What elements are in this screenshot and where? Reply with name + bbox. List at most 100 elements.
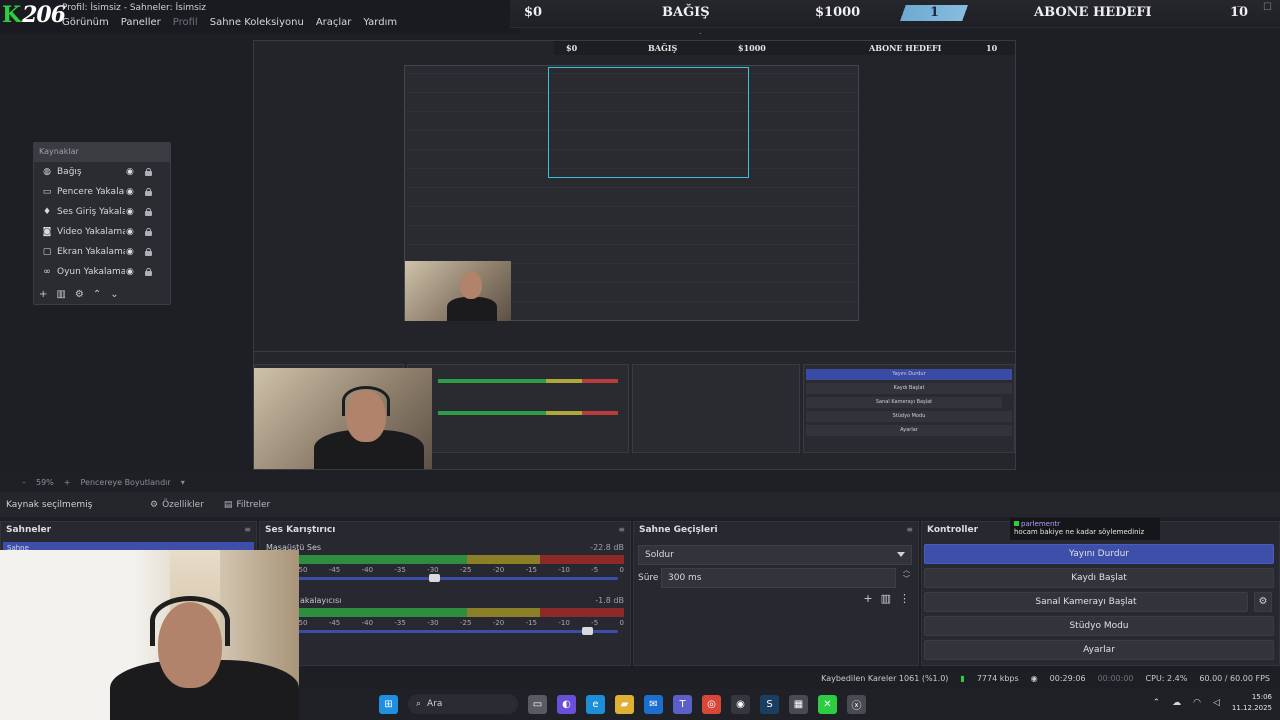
chevron-down-icon[interactable]: ▾	[181, 478, 185, 487]
xbox-icon[interactable]: ✕	[818, 694, 837, 714]
source-item-video[interactable]: ◙ Video Yakalama A ◉	[34, 222, 170, 242]
menu-help[interactable]: Yardım	[363, 17, 397, 28]
scenes-title: Sahneler	[6, 525, 52, 535]
chrome-icon[interactable]: ◎	[702, 694, 721, 714]
steam-icon[interactable]: S	[760, 694, 779, 714]
source-item-mic[interactable]: ♦ Ses Giriş Yakalayı ◉	[34, 202, 170, 222]
start-recording-button[interactable]: Kaydı Başlat	[924, 568, 1274, 588]
program-canvas[interactable]: $0 BAĞIŞ $1000 ABONE HEDEFI 10 Yayını Du…	[253, 40, 1016, 470]
channel-db: -1.8 dB	[595, 596, 624, 605]
source-toolbar: Kaynak seçilmemiş ⚙ Özellikler ▤ Filtreler	[0, 492, 1280, 517]
settings-button[interactable]: Ayarlar	[924, 640, 1274, 660]
menu-bar: Görünüm Paneller Profil Sahne Koleksiyon…	[62, 17, 397, 28]
transition-toolbar: + ▥ ⋮	[863, 592, 910, 605]
duration-input[interactable]: 300 ms	[661, 568, 896, 588]
maximize-icon[interactable]: ☐	[1263, 2, 1272, 13]
transition-select[interactable]: Soldur	[638, 545, 912, 565]
source-item-screen[interactable]: ▢ Ekran Yakalama ◉	[34, 242, 170, 262]
donation-goal: $1000	[815, 5, 861, 20]
menu-docks[interactable]: Paneller	[121, 17, 161, 28]
explorer-icon[interactable]: ▰	[615, 694, 634, 714]
clock[interactable]: 15:06 11.12.2025	[1232, 692, 1272, 714]
sources-dock-title: Kaynaklar	[34, 143, 170, 162]
level-meter	[260, 555, 624, 564]
more-icon[interactable]: ⋮	[899, 592, 910, 605]
menu-scene-collection[interactable]: Sahne Koleksiyonu	[210, 17, 304, 28]
zoom-increase-icon[interactable]: +	[64, 478, 71, 487]
windows-start-icon[interactable]: ⊞	[379, 694, 398, 714]
volume-slider[interactable]	[264, 574, 618, 582]
goal-banner-overlay: $0 BAĞIŞ $1000 1 ABONE HEDEFI 10 ─ ☐	[510, 0, 1280, 28]
source-item-window[interactable]: ▭ Pencere Yakalam ◉	[34, 182, 170, 202]
duration-stepper[interactable]: ︿ ﹀	[903, 566, 910, 584]
gamepad-icon: ∞	[43, 267, 51, 277]
move-up-icon[interactable]: ⌃	[93, 289, 101, 300]
xbox-app-icon[interactable]: ⓧ	[847, 694, 866, 714]
speaker-icon[interactable]: ◁	[1213, 698, 1220, 708]
source-item-donation[interactable]: ◍ Bağış ◉	[34, 162, 170, 182]
start-virtual-camera-button[interactable]: Sanal Kamerayı Başlat	[924, 592, 1248, 612]
kick-logo-icon: K	[2, 2, 21, 28]
lock-icon[interactable]	[145, 168, 152, 176]
add-icon[interactable]: +	[863, 592, 872, 605]
lock-icon[interactable]	[145, 248, 152, 256]
fit-mode[interactable]: Pencereye Boyutlandır	[80, 478, 170, 487]
menu-tools[interactable]: Araçlar	[316, 17, 352, 28]
meter-scale: -50 -45 -40 -35 -30 -25 -20 -15 -10 -5 0	[296, 619, 624, 627]
lock-icon[interactable]	[145, 208, 152, 216]
nested-preview	[404, 65, 859, 321]
move-down-icon[interactable]: ⌄	[110, 289, 118, 300]
eye-icon[interactable]: ◉	[126, 247, 134, 257]
chevron-up-icon[interactable]: ⌃	[1153, 698, 1161, 708]
system-tray: ⌃ ☁ ◠ ◁ 15:06 11.12.2025	[1153, 692, 1272, 714]
clock-time: 15:06	[1251, 693, 1272, 701]
preview-area[interactable]: $0 BAĞIŞ $1000 ABONE HEDEFI 10 Yayını Du…	[0, 34, 1280, 474]
gear-icon[interactable]: ⚙	[1254, 592, 1272, 612]
nested-sub-label: ABONE HEDEFI	[869, 43, 942, 53]
lock-icon[interactable]	[145, 268, 152, 276]
dock-menu-icon[interactable]: ≡	[906, 525, 913, 537]
lock-icon[interactable]	[145, 228, 152, 236]
slider-handle[interactable]	[582, 627, 593, 635]
gear-icon[interactable]: ⚙	[75, 289, 84, 300]
menu-view[interactable]: Görünüm	[62, 17, 109, 28]
teams-icon[interactable]: T	[673, 694, 692, 714]
level-meter	[260, 608, 624, 617]
rec-time: 00:00:00	[1097, 673, 1134, 683]
source-label: Ses Giriş Yakalayı	[57, 207, 125, 217]
copilot-icon[interactable]: ◐	[557, 694, 576, 714]
edge-icon[interactable]: e	[586, 694, 605, 714]
add-icon[interactable]: +	[39, 289, 47, 300]
source-label: Bağış	[57, 167, 82, 177]
properties-button[interactable]: ⚙ Özellikler	[140, 500, 214, 510]
eye-icon[interactable]: ◉	[126, 227, 134, 237]
eye-icon[interactable]: ◉	[126, 207, 134, 217]
source-item-game[interactable]: ∞ Oyun Yakalama ◉	[34, 262, 170, 282]
studio-mode-button[interactable]: Stüdyo Modu	[924, 616, 1274, 636]
nested-docks: Yayını Durdur Kaydı Başlat Sanal Kameray…	[254, 351, 1015, 469]
lock-icon[interactable]	[145, 188, 152, 196]
wifi-icon[interactable]: ◠	[1193, 698, 1201, 708]
files-icon[interactable]: ▭	[528, 694, 547, 714]
eye-icon[interactable]: ◉	[126, 187, 134, 197]
filters-button[interactable]: ▤ Filtreler	[214, 500, 280, 510]
dock-menu-icon[interactable]: ≡	[618, 525, 625, 537]
store-icon[interactable]: ▦	[789, 694, 808, 714]
channel-db: -22.8 dB	[590, 543, 624, 552]
eye-icon[interactable]: ◉	[126, 167, 134, 177]
trash-icon[interactable]: ▥	[881, 592, 891, 605]
menu-profile[interactable]: Profil	[173, 17, 198, 28]
taskbar-search[interactable]: ⌕ Ara	[408, 694, 518, 714]
trash-icon[interactable]: ▥	[56, 289, 65, 300]
obs-icon[interactable]: ◉	[731, 694, 750, 714]
mail-icon[interactable]: ✉	[644, 694, 663, 714]
zoom-decrease-icon[interactable]: –	[22, 478, 26, 487]
eye-icon[interactable]: ◉	[126, 267, 134, 277]
minimize-icon[interactable]: ─	[1237, 2, 1243, 13]
slider-handle[interactable]	[429, 574, 440, 582]
stop-streaming-button[interactable]: Yayını Durdur	[924, 544, 1274, 564]
dock-menu-icon[interactable]: ≡	[244, 525, 251, 537]
cloud-icon[interactable]: ☁	[1172, 698, 1181, 708]
volume-slider[interactable]	[264, 627, 618, 635]
sources-dock[interactable]: Kaynaklar ◍ Bağış ◉ ▭ Pencere Yakalam ◉ …	[33, 142, 171, 305]
